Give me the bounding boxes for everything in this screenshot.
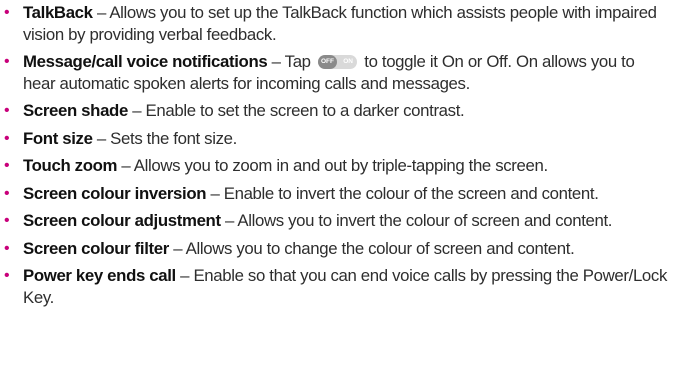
toggle-on-label: ON — [343, 58, 353, 65]
item-description: – Allows you to set up the TalkBack func… — [23, 3, 657, 44]
item-description: – Sets the font size. — [92, 128, 237, 148]
list-item-touch-zoom: • Touch zoom – Allows you to zoom in and … — [0, 155, 674, 177]
item-description: – Enable to invert the colour of the scr… — [206, 183, 599, 203]
item-term: Touch zoom — [23, 156, 118, 175]
list-item-talkback: • TalkBack – Allows you to set up the Tal… — [0, 2, 674, 45]
item-term: Power key ends call — [23, 266, 176, 285]
manual-page: • TalkBack – Allows you to set up the Tal… — [0, 0, 674, 365]
bullet-icon: • — [4, 4, 10, 21]
item-description-before-toggle: – Tap — [267, 52, 315, 71]
item-description: – Enable to set the screen to a darker c… — [127, 101, 465, 120]
list-item-power-key-ends-call: • Power key ends call – Enable so that yo… — [0, 265, 674, 308]
toggle-off-label: OFF — [317, 55, 337, 69]
list-item-colour-inversion: • Screen colour inversion – Enable to inv… — [0, 183, 674, 205]
bullet-icon: • — [4, 53, 10, 70]
bullet-icon: • — [4, 267, 10, 284]
item-description: – Allows you to change the colour of scr… — [168, 238, 575, 258]
item-term: Screen colour filter — [23, 238, 169, 258]
bullet-icon: • — [4, 184, 10, 202]
item-term: Message/call voice notifications — [23, 52, 268, 71]
toggle-switch-icon: OFF ON — [317, 55, 357, 69]
item-term: Screen colour adjustment — [23, 211, 221, 230]
bullet-icon: • — [4, 129, 10, 147]
item-term: Screen shade — [23, 101, 128, 120]
bullet-icon: • — [4, 212, 10, 229]
item-term: TalkBack — [23, 3, 93, 22]
bullet-icon: • — [4, 157, 10, 174]
accessibility-settings-list: • TalkBack – Allows you to set up the Tal… — [0, 2, 674, 308]
item-description: – Allows you to zoom in and out by tripl… — [117, 156, 548, 175]
list-item-voice-notifications: • Message/call voice notifications – Tap … — [0, 51, 674, 94]
item-description: – Allows you to invert the colour of scr… — [220, 211, 613, 230]
item-term: Font size — [23, 128, 93, 148]
item-term: Screen colour inversion — [23, 183, 207, 203]
list-item-font-size: • Font size – Sets the font size. — [0, 128, 674, 150]
list-item-colour-filter: • Screen colour filter – Allows you to ch… — [0, 238, 674, 260]
bullet-icon: • — [4, 102, 10, 119]
list-item-colour-adjustment: • Screen colour adjustment – Allows you t… — [0, 210, 674, 232]
bullet-icon: • — [4, 239, 10, 257]
list-item-screen-shade: • Screen shade – Enable to set the screen… — [0, 100, 674, 122]
